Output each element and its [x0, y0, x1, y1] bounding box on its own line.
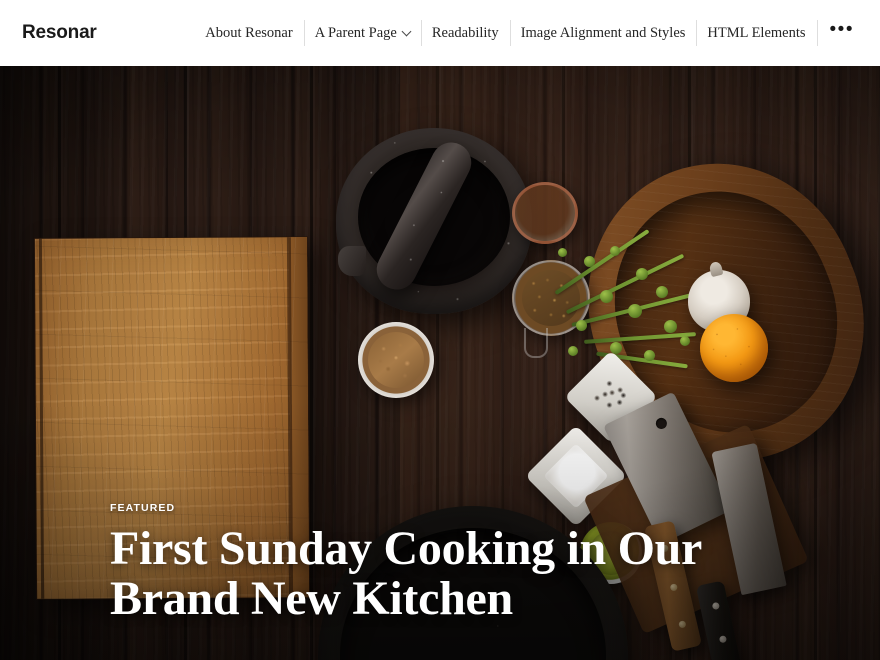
nav-label: HTML Elements: [707, 24, 806, 41]
nav-item-about-resonar[interactable]: About Resonar: [194, 18, 303, 48]
primary-navigation: About Resonar A Parent Page Readability …: [194, 18, 866, 48]
nav-item-a-parent-page[interactable]: A Parent Page: [303, 18, 421, 48]
site-header: Resonar About Resonar A Parent Page Read…: [0, 0, 880, 66]
chevron-down-icon[interactable]: [401, 26, 412, 36]
nav-item-image-alignment-and-styles[interactable]: Image Alignment and Styles: [509, 18, 697, 48]
nav-item-readability[interactable]: Readability: [420, 18, 510, 48]
site-logo[interactable]: Resonar: [22, 22, 97, 44]
hero-banner[interactable]: FEATURED First Sunday Cooking in Our Bra…: [0, 66, 880, 660]
featured-badge: FEATURED: [110, 502, 176, 514]
hero-post-title-link[interactable]: First Sunday Cooking in Our Brand New Ki…: [110, 524, 790, 624]
nav-label: About Resonar: [205, 24, 293, 41]
nav-label: A Parent Page: [314, 24, 397, 41]
hero-content: FEATURED First Sunday Cooking in Our Bra…: [110, 502, 790, 624]
nav-item-html-elements[interactable]: HTML Elements: [696, 18, 816, 48]
nav-more-menu-button[interactable]: •••: [816, 18, 866, 48]
nav-label: Image Alignment and Styles: [520, 24, 686, 41]
nav-label: Readability: [431, 24, 499, 41]
page-root: Resonar About Resonar A Parent Page Read…: [0, 0, 880, 660]
